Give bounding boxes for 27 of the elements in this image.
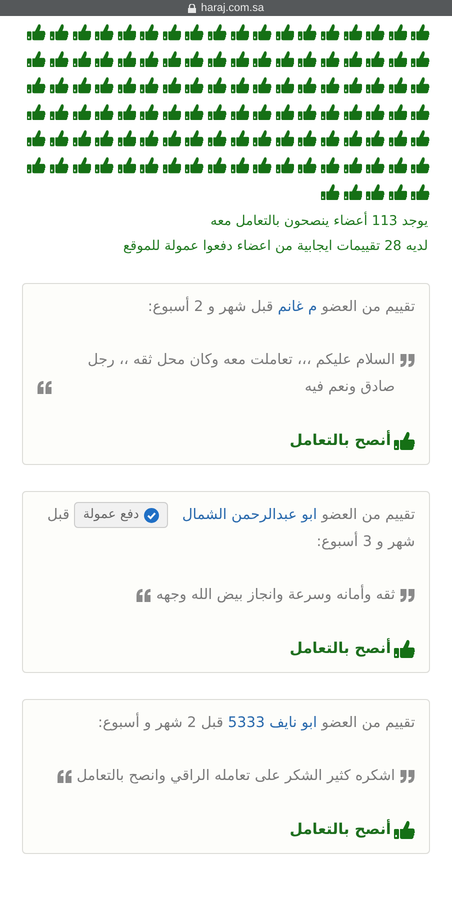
quote-icon — [56, 770, 72, 784]
thumbs-up-icon — [394, 639, 415, 658]
comment-text: ثقه وأمانه وسرعة وانجاز بيض الله وجهه — [156, 582, 395, 610]
url-text: haraj.com.sa — [201, 2, 264, 14]
recommend-label: أنصح بالتعامل — [290, 637, 391, 660]
paid-commission-badge: دفع عمولة — [74, 502, 168, 528]
review-header: تقييم من العضو ابو نايف 5333 قبل 2 شهر و أسبوع: — [37, 710, 415, 738]
thumbs-up-icon — [394, 431, 415, 450]
comment-text: السلام عليكم ،،، تعاملت معه وكان محل ثقه ،، رجل صادق ونعم فيه — [86, 351, 395, 398]
quote-icon — [400, 354, 415, 368]
summary-text: يوجد 113 أعضاء ينصحون بالتعامل معه — [209, 210, 429, 232]
member-link[interactable]: ابو عبدالرحمن الشمال — [182, 507, 318, 524]
lock-icon — [188, 4, 196, 12]
recommend-label: أنصح بالتعامل — [290, 429, 391, 452]
quote-icon — [136, 589, 152, 602]
quote-icon — [400, 589, 415, 602]
comment-text: اشكره كثير الشكر على تعامله الراقي وانصح بالتعامل — [76, 767, 395, 786]
thumbs-up-icon — [394, 820, 415, 840]
recommend-label: أنصح بالتعامل — [290, 818, 391, 840]
summary-text: لديه 28 تقييمات ايجابية من اعضاء دفعوا عمولة للموقع — [122, 237, 429, 256]
member-link[interactable]: ابو نايف 5333 — [228, 715, 318, 732]
review-header: تقييم من العضو م غانم قبل شهر و 2 أسبوع: — [37, 294, 415, 322]
member-link[interactable]: م غانم — [278, 299, 318, 316]
quote-icon — [37, 381, 52, 394]
check-circle-icon — [144, 508, 160, 523]
review-header: تقييم من العضو ابو عبدالرحمن الشمال دفع عمولة قبل شهر و 3 أسبوع: — [37, 502, 415, 556]
quote-icon — [400, 770, 415, 784]
